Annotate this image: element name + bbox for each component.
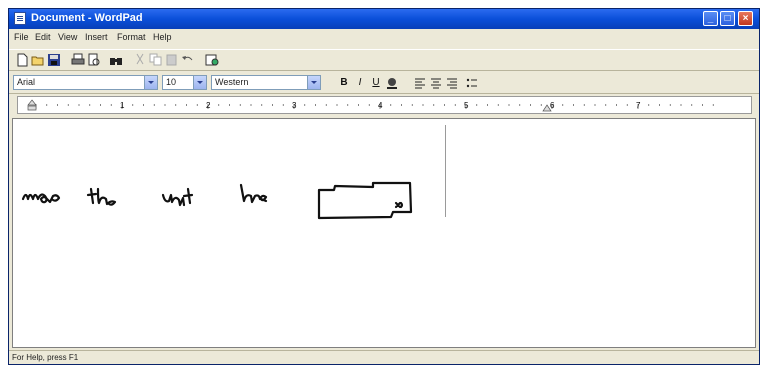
status-bar: For Help, press F1	[9, 350, 759, 365]
menu-format[interactable]: Format	[117, 32, 146, 42]
standard-toolbar	[9, 49, 759, 71]
bullets-icon[interactable]	[465, 76, 479, 90]
document-area[interactable]: move the unit here	[12, 118, 756, 348]
menu-insert[interactable]: Insert	[85, 32, 108, 42]
color-icon[interactable]	[385, 76, 399, 90]
align-right-icon[interactable]	[445, 76, 459, 90]
handwritten-ink	[21, 181, 413, 220]
ink-word-unit	[161, 187, 194, 207]
cut-icon[interactable]	[133, 53, 147, 67]
ruler-number: 6	[550, 101, 555, 110]
underline-icon[interactable]: U	[369, 76, 383, 90]
page-margin-line	[445, 125, 446, 217]
menu-view[interactable]: View	[58, 32, 77, 42]
close-icon[interactable]: ×	[738, 11, 753, 26]
ink-word-the	[86, 187, 117, 206]
save-icon[interactable]	[47, 53, 61, 67]
chevron-down-icon[interactable]	[144, 76, 157, 89]
undo-icon[interactable]	[181, 53, 195, 67]
font-value: Arial	[17, 77, 36, 87]
wordpad-window: Document - WordPad _ □ × File Edit View …	[8, 8, 760, 365]
ruler-number: 4	[378, 101, 383, 110]
menu-file[interactable]: File	[14, 32, 29, 42]
font-size-combo[interactable]: 10	[162, 75, 207, 90]
status-text: For Help, press F1	[12, 353, 79, 362]
script-combo[interactable]: Western	[211, 75, 321, 90]
wordpad-app-icon	[14, 12, 26, 25]
paste-icon[interactable]	[165, 53, 179, 67]
window-title: Document - WordPad	[31, 12, 143, 24]
ink-word-here	[239, 183, 268, 204]
ruler-marks: 1 2 3 4 5 6 7	[27, 99, 714, 112]
new-icon[interactable]	[15, 53, 29, 67]
print-icon[interactable]	[71, 53, 85, 67]
open-icon[interactable]	[31, 53, 45, 67]
copy-icon[interactable]	[149, 53, 163, 67]
print-preview-icon[interactable]	[87, 53, 101, 67]
ruler[interactable]: 1 2 3 4 5 6 7	[17, 96, 752, 114]
menu-edit[interactable]: Edit	[35, 32, 51, 42]
format-bar: Arial 10 Western B I U	[9, 72, 759, 94]
font-combo[interactable]: Arial	[13, 75, 158, 90]
maximize-icon[interactable]: □	[720, 11, 735, 26]
ruler-number: 5	[464, 101, 469, 110]
menu-bar: File Edit View Insert Format Help	[9, 30, 759, 47]
indent-marker	[27, 99, 37, 111]
chevron-down-icon[interactable]	[193, 76, 206, 89]
ruler-number: 3	[292, 101, 297, 110]
ruler-number: 7	[636, 101, 641, 110]
minimize-icon[interactable]: _	[703, 11, 718, 26]
ink-word-move	[21, 193, 61, 204]
ruler-number: 1	[120, 101, 125, 110]
ink-shape	[317, 181, 413, 220]
align-center-icon[interactable]	[429, 76, 443, 90]
ruler-number: 2	[206, 101, 211, 110]
find-icon[interactable]	[109, 53, 123, 67]
font-size-value: 10	[166, 77, 177, 87]
ink-shape-mark	[394, 201, 404, 209]
bold-icon[interactable]: B	[337, 76, 351, 90]
menu-help[interactable]: Help	[153, 32, 172, 42]
align-left-icon[interactable]	[413, 76, 427, 90]
chevron-down-icon[interactable]	[307, 76, 320, 89]
date-time-icon[interactable]	[205, 53, 219, 67]
script-value: Western	[215, 77, 249, 87]
italic-icon[interactable]: I	[353, 76, 367, 90]
title-bar[interactable]: Document - WordPad _ □ ×	[9, 9, 759, 29]
